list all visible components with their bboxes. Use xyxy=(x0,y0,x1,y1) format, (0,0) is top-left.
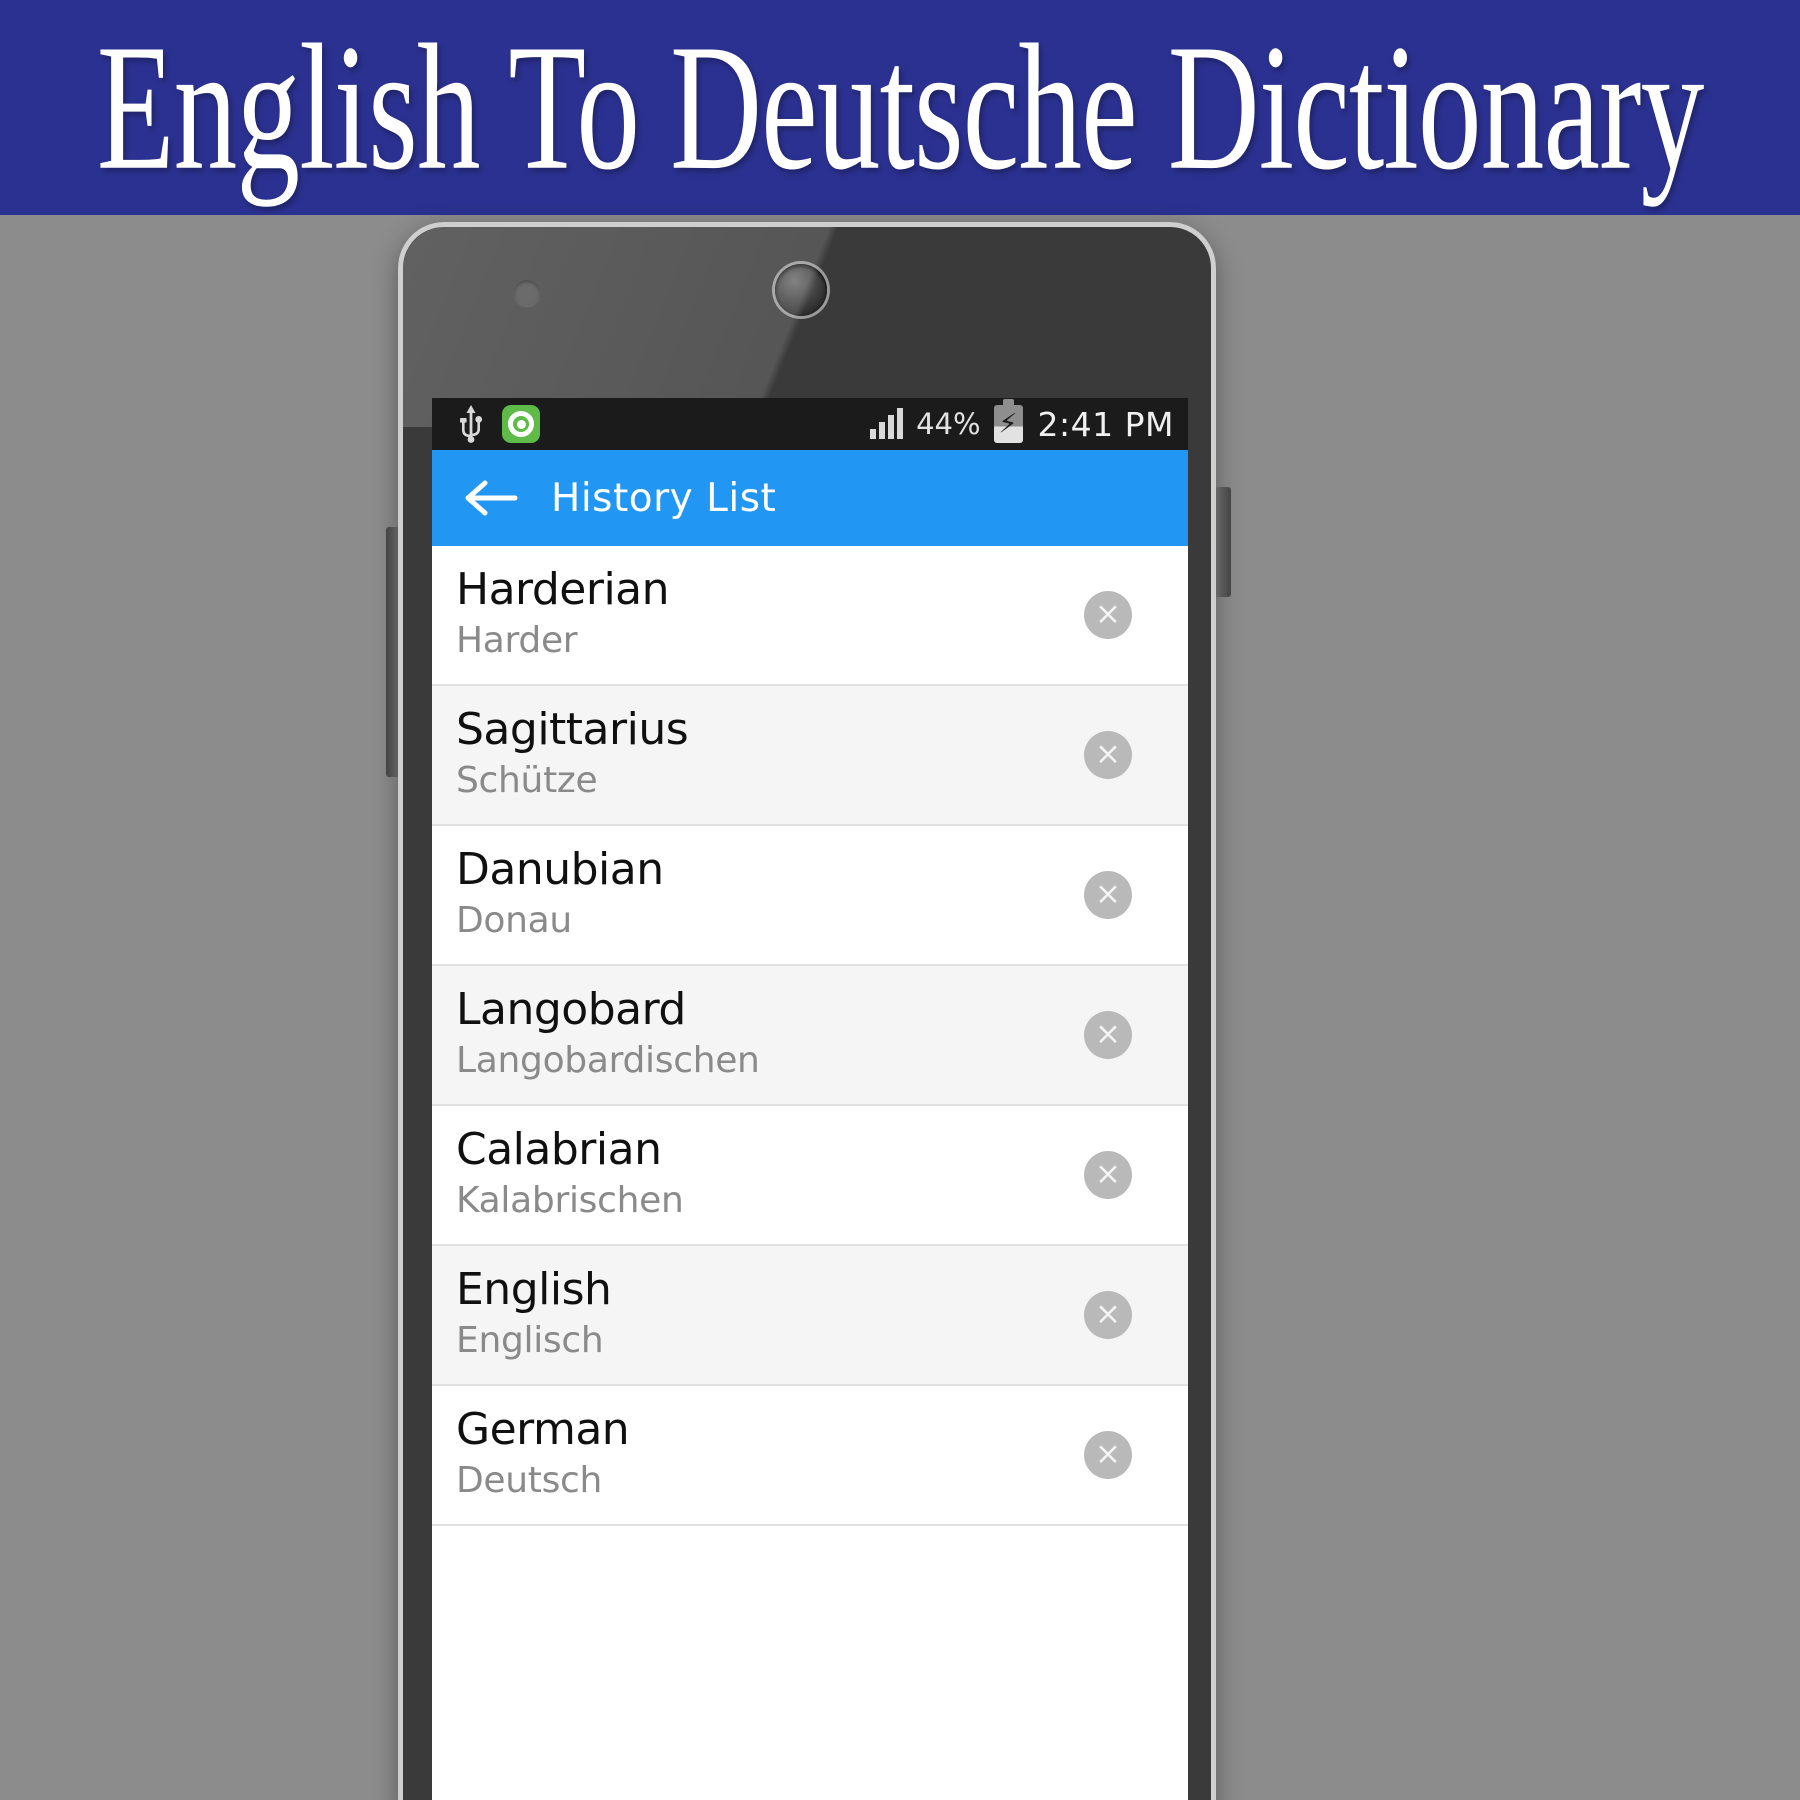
volume-button[interactable] xyxy=(386,527,402,777)
history-item-german: Schütze xyxy=(456,759,598,801)
history-item-english: Harderian xyxy=(456,564,670,616)
history-list-item[interactable]: Harderian Harder × xyxy=(432,546,1188,686)
banner-title: English To Deutsche Dictionary xyxy=(96,7,1705,208)
delete-history-item-icon[interactable]: × xyxy=(1084,1011,1132,1059)
front-camera-icon xyxy=(775,264,827,316)
proximity-sensor-icon xyxy=(514,280,540,306)
history-item-english: Sagittarius xyxy=(456,704,689,756)
history-item-english: Langobard xyxy=(456,984,686,1036)
app-bar: History List xyxy=(432,450,1188,546)
battery-percent: 44% xyxy=(916,407,981,441)
history-item-texts: English Englisch xyxy=(456,1267,1084,1363)
history-item-texts: Calabrian Kalabrischen xyxy=(456,1127,1084,1223)
history-item-german: Deutsch xyxy=(456,1459,603,1501)
status-bar: 44% ⚡ 2:41 PM xyxy=(432,398,1188,450)
phone-screen: 44% ⚡ 2:41 PM History List Harderian Hard xyxy=(432,398,1188,1800)
app-icon-ring xyxy=(508,411,534,437)
delete-history-item-icon[interactable]: × xyxy=(1084,731,1132,779)
history-item-german: Donau xyxy=(456,899,572,941)
history-item-german: Langobardischen xyxy=(456,1039,760,1081)
close-icon: × xyxy=(1095,595,1121,632)
history-item-german: Englisch xyxy=(456,1319,604,1361)
delete-history-item-icon[interactable]: × xyxy=(1084,591,1132,639)
history-item-german: Kalabrischen xyxy=(456,1179,684,1221)
power-button[interactable] xyxy=(1215,487,1231,597)
signal-bars-icon xyxy=(870,408,904,439)
history-item-texts: Harderian Harder xyxy=(456,567,1084,663)
page-banner: English To Deutsche Dictionary xyxy=(0,0,1800,215)
delete-history-item-icon[interactable]: × xyxy=(1084,1291,1132,1339)
charging-bolt-icon: ⚡ xyxy=(998,408,1018,440)
back-arrow-icon[interactable] xyxy=(458,465,524,531)
history-item-english: German xyxy=(456,1404,630,1456)
history-list-item[interactable]: Langobard Langobardischen × xyxy=(432,966,1188,1106)
history-item-texts: Sagittarius Schütze xyxy=(456,707,1084,803)
app-bar-title: History List xyxy=(551,475,777,521)
delete-history-item-icon[interactable]: × xyxy=(1084,1151,1132,1199)
close-icon: × xyxy=(1095,1295,1121,1332)
history-item-texts: Danubian Donau xyxy=(456,847,1084,943)
history-list-item[interactable]: German Deutsch × xyxy=(432,1386,1188,1526)
delete-history-item-icon[interactable]: × xyxy=(1084,1431,1132,1479)
history-item-german: Harder xyxy=(456,619,578,661)
close-icon: × xyxy=(1095,1435,1121,1472)
delete-history-item-icon[interactable]: × xyxy=(1084,871,1132,919)
history-list-item[interactable]: Danubian Donau × xyxy=(432,826,1188,966)
status-bar-clock: 2:41 PM xyxy=(1037,404,1174,444)
app-notification-icon xyxy=(502,405,540,443)
phone-mockup: 44% ⚡ 2:41 PM History List Harderian Hard xyxy=(386,222,1231,1800)
history-item-english: Danubian xyxy=(456,844,664,896)
history-list-item[interactable]: Sagittarius Schütze × xyxy=(432,686,1188,826)
history-item-english: English xyxy=(456,1264,612,1316)
battery-charging-icon: ⚡ xyxy=(993,399,1023,443)
history-list-item[interactable]: English Englisch × xyxy=(432,1246,1188,1386)
status-bar-left xyxy=(458,405,540,443)
close-icon: × xyxy=(1095,735,1121,772)
close-icon: × xyxy=(1095,1015,1121,1052)
history-list[interactable]: Harderian Harder × Sagittarius Schütze × Danub… xyxy=(432,546,1188,1526)
close-icon: × xyxy=(1095,1155,1121,1192)
history-item-texts: Langobard Langobardischen xyxy=(456,987,1084,1083)
close-icon: × xyxy=(1095,875,1121,912)
history-item-english: Calabrian xyxy=(456,1124,662,1176)
app-icon-core xyxy=(516,419,526,429)
status-bar-right: 44% ⚡ 2:41 PM xyxy=(870,399,1174,444)
history-list-item[interactable]: Calabrian Kalabrischen × xyxy=(432,1106,1188,1246)
usb-icon xyxy=(458,405,484,443)
history-item-texts: German Deutsch xyxy=(456,1407,1084,1503)
